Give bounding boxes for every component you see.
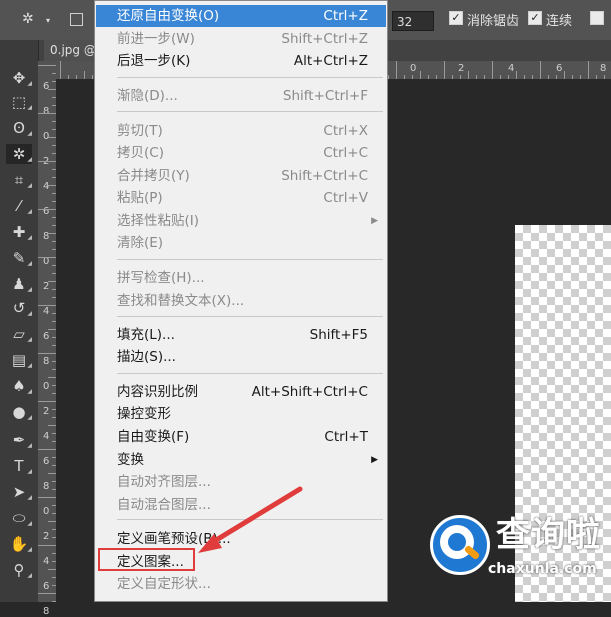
highlight-box <box>98 548 195 571</box>
watermark-logo: 查询啦 chaxunla.com <box>426 509 606 589</box>
logo-domain: chaxunla.com <box>488 561 597 577</box>
logo-title: 查询啦 <box>496 515 601 555</box>
logo-q-hole <box>448 533 466 551</box>
ruler-label: 8 <box>43 606 50 617</box>
